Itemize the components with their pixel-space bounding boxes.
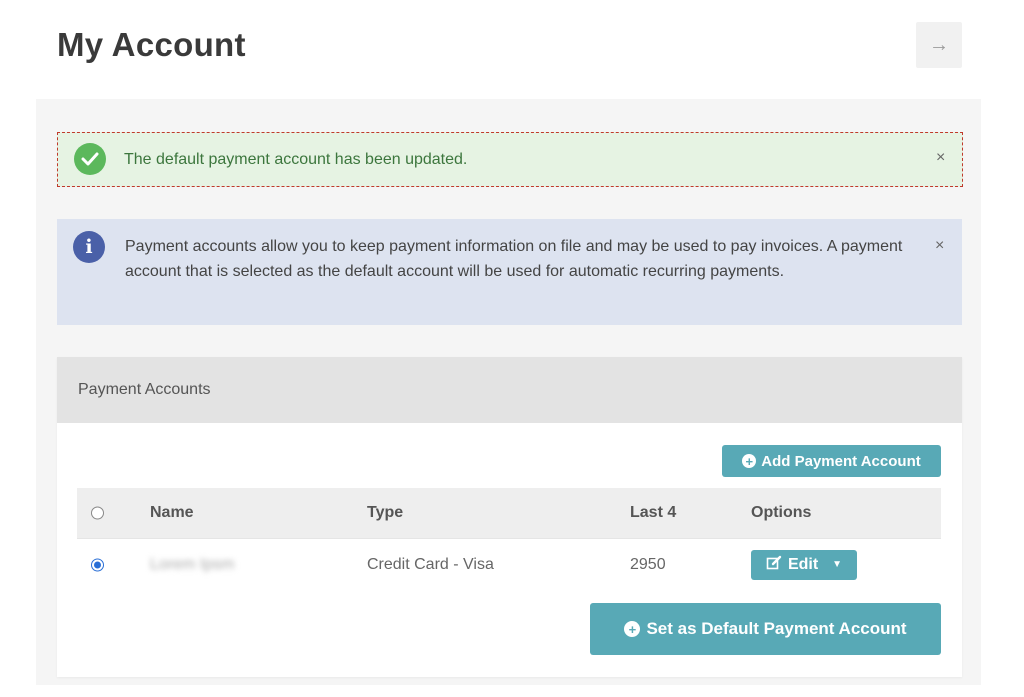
header-type: Type	[367, 504, 404, 521]
card-title: Payment Accounts	[78, 381, 211, 398]
set-default-label: Set as Default Payment Account	[646, 619, 907, 638]
page-title: My Account	[57, 26, 246, 63]
arrow-right-icon: →	[929, 33, 949, 56]
edit-button[interactable]: Edit ▼	[751, 549, 857, 580]
payment-accounts-table: Name Type Last 4 Options Lorem Ipsm Cred…	[77, 488, 941, 590]
table-row: Lorem Ipsm Credit Card - Visa 2950 Edit …	[77, 538, 941, 590]
edit-icon	[766, 555, 782, 575]
close-icon[interactable]: ×	[935, 237, 944, 255]
close-icon[interactable]: ×	[936, 149, 945, 167]
header-last4: Last 4	[630, 504, 677, 521]
success-alert: The default payment account has been upd…	[57, 132, 963, 187]
table-header: Name Type Last 4 Options	[77, 488, 941, 538]
select-all-radio[interactable]	[91, 506, 104, 520]
info-message: Payment accounts allow you to keep payme…	[125, 238, 903, 280]
account-name: Lorem Ipsm	[150, 555, 235, 573]
info-circle-icon: i	[73, 231, 105, 263]
info-alert: i Payment accounts allow you to keep pay…	[57, 219, 962, 325]
header-options: Options	[751, 504, 812, 521]
row-select-radio[interactable]	[91, 558, 104, 571]
success-message: The default payment account has been upd…	[124, 151, 468, 168]
set-default-payment-button[interactable]: + Set as Default Payment Account	[590, 603, 941, 655]
account-last4: 2950	[630, 555, 666, 573]
payment-accounts-card: Payment Accounts + Add Payment Account N…	[57, 357, 962, 677]
header-name: Name	[150, 504, 194, 521]
card-header: Payment Accounts	[57, 357, 962, 423]
chevron-down-icon[interactable]: ▼	[832, 559, 842, 570]
sidebar-toggle-button[interactable]: →	[916, 22, 962, 68]
add-payment-account-button[interactable]: + Add Payment Account	[722, 445, 941, 477]
edit-label: Edit	[787, 555, 819, 573]
plus-circle-icon: +	[624, 621, 641, 637]
account-type: Credit Card - Visa	[367, 555, 494, 573]
add-payment-account-label: Add Payment Account	[761, 452, 921, 470]
check-circle-icon	[74, 143, 106, 175]
plus-circle-icon: +	[742, 454, 757, 468]
